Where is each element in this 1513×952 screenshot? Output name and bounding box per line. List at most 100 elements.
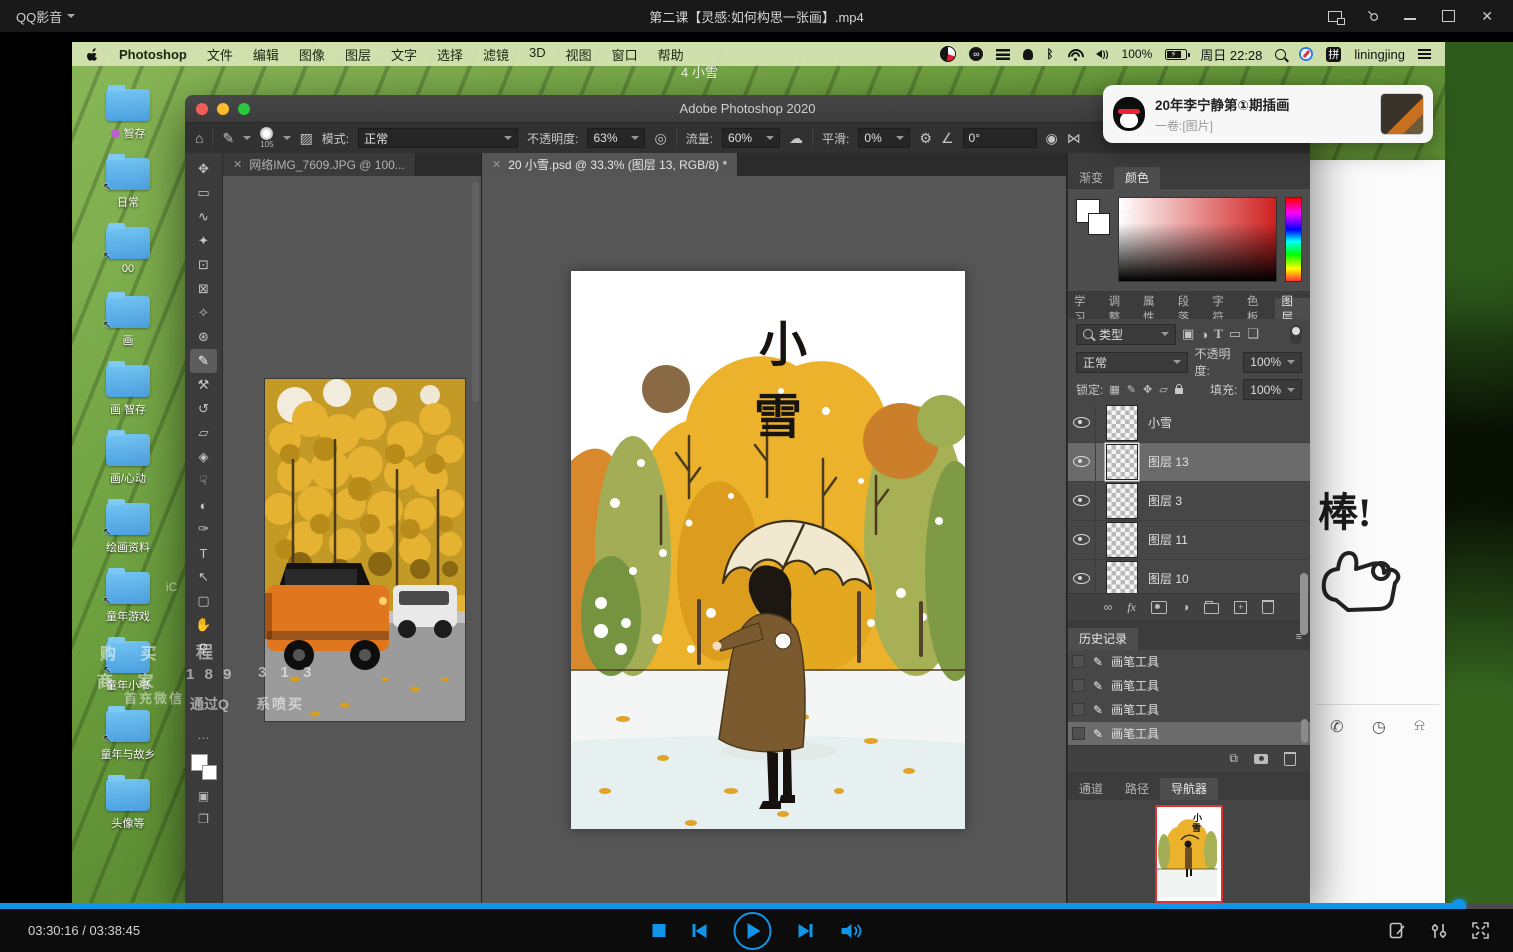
toolbar-more-icon[interactable]: ⋯: [198, 731, 210, 745]
panel-menu-icon[interactable]: ≡: [1296, 636, 1302, 640]
volume-button[interactable]: [839, 923, 861, 939]
lock-position-icon[interactable]: ✥: [1143, 383, 1152, 396]
smooth-select[interactable]: 0%: [858, 128, 910, 148]
safari-icon[interactable]: [1299, 47, 1313, 61]
shape-tool[interactable]: ▢: [190, 589, 217, 613]
dock-scrollbar[interactable]: [1300, 573, 1308, 635]
lock-pixels-icon[interactable]: ✎: [1127, 383, 1136, 396]
lock-transparent-icon[interactable]: ▦: [1109, 383, 1119, 396]
play-button[interactable]: [733, 912, 771, 950]
menubar-menu-item[interactable]: 帮助: [658, 45, 684, 64]
filter-shape-layers-icon[interactable]: ▭: [1229, 326, 1241, 342]
blend-mode-select[interactable]: 正常: [358, 128, 518, 148]
close-tab-icon[interactable]: ✕: [492, 158, 501, 171]
qq-notification[interactable]: 20年李宁静第①期插画 一卷:[图片]: [1103, 85, 1433, 143]
pen-tool[interactable]: ✑: [190, 517, 217, 541]
clock-icon[interactable]: ◷: [1372, 717, 1386, 737]
layer-thumbnail[interactable]: [1106, 444, 1138, 480]
history-step[interactable]: ✎ 画笔工具: [1068, 674, 1310, 698]
layer-row[interactable]: T 图层 13: [1068, 443, 1310, 482]
layer-row[interactable]: T 图层 11: [1068, 521, 1310, 560]
obs-icon[interactable]: [940, 46, 956, 62]
menubar-app-name[interactable]: Photoshop: [119, 47, 187, 62]
smudge-tool[interactable]: ☟: [190, 469, 217, 493]
menubar-menu-item[interactable]: 图像: [299, 45, 325, 64]
history-step[interactable]: ✎ 画笔工具: [1068, 698, 1310, 722]
eraser-tool[interactable]: ▱: [190, 421, 217, 445]
dodge-tool[interactable]: ◐: [190, 493, 217, 517]
quick-mask-icon[interactable]: ▣: [198, 789, 209, 803]
lock-artboard-icon[interactable]: ▱: [1159, 383, 1167, 396]
color-swatches[interactable]: [191, 754, 217, 780]
crop-tool[interactable]: ⊡: [190, 253, 217, 277]
history-source-checkbox[interactable]: [1072, 679, 1085, 692]
new-doc-from-state-icon[interactable]: ⧉: [1229, 751, 1238, 766]
input-method-icon[interactable]: 拼: [1326, 47, 1341, 62]
pane-scrollbar[interactable]: [472, 182, 479, 402]
menubar-clock[interactable]: 周日 22:28: [1200, 45, 1262, 64]
home-icon[interactable]: ⌂: [195, 130, 203, 146]
desktop-folder[interactable]: ↖ 日常: [78, 155, 178, 224]
filter-toggle[interactable]: [1290, 325, 1302, 344]
pin-icon[interactable]: ⚲: [1365, 7, 1382, 24]
doodle-window[interactable]: 棒! ✆ ◷ ⍾: [1310, 160, 1445, 908]
desktop-folder[interactable]: ↖ 智存: [78, 86, 178, 155]
saturation-brightness-field[interactable]: [1118, 197, 1277, 282]
healing-brush-tool[interactable]: ⊛: [190, 325, 217, 349]
bluetooth-icon[interactable]: ᛒ: [1046, 47, 1053, 61]
layer-filter-select[interactable]: 类型: [1076, 324, 1176, 345]
layer-row[interactable]: T 图层 3: [1068, 482, 1310, 521]
symmetry-icon[interactable]: ⋈: [1067, 130, 1081, 147]
layer-style-fx-icon[interactable]: fx: [1127, 600, 1136, 615]
delete-layer-icon[interactable]: [1262, 600, 1274, 614]
panel-tab[interactable]: 通道: [1068, 778, 1114, 800]
wifi-icon[interactable]: [1067, 49, 1083, 60]
doc-tab-jpg[interactable]: ✕ 网络IMG_7609.JPG @ 100...: [223, 153, 416, 176]
frame-tool[interactable]: ⊠: [190, 277, 217, 301]
pane-body-right[interactable]: 小 雪: [482, 176, 1066, 903]
panel-tab[interactable]: 调整: [1103, 298, 1138, 319]
color-swatch-pair[interactable]: [1076, 197, 1110, 283]
desktop-folder[interactable]: ↖ 头像等: [78, 776, 178, 845]
path-selection-tool[interactable]: ↖: [190, 565, 217, 589]
pressure-opacity-icon[interactable]: ◎: [654, 130, 666, 147]
panel-tab[interactable]: 图层: [1275, 298, 1310, 319]
layer-row[interactable]: T 小雪: [1068, 404, 1310, 443]
clone-stamp-tool[interactable]: ⚒: [190, 373, 217, 397]
desktop-folder[interactable]: ↖ 童年与故乡: [78, 707, 178, 776]
layer-fill-select[interactable]: 100%: [1243, 379, 1302, 400]
background-color-swatch[interactable]: [202, 765, 217, 780]
artwork-canvas[interactable]: 小 雪: [571, 271, 965, 829]
gradient-tool[interactable]: ◈: [190, 445, 217, 469]
panel-tab[interactable]: 渐变: [1068, 167, 1114, 189]
close-button[interactable]: ✕: [1481, 9, 1493, 23]
minimize-button[interactable]: [1404, 18, 1416, 20]
desktop-folder[interactable]: ↖ 00: [78, 224, 178, 293]
delete-state-icon[interactable]: [1284, 752, 1296, 766]
angle-field[interactable]: 0°: [963, 128, 1037, 148]
fullscreen-button[interactable]: [1472, 922, 1489, 939]
airbrush-icon[interactable]: ☁: [789, 130, 803, 147]
menubar-menu-item[interactable]: 选择: [437, 45, 463, 64]
quick-selection-tool[interactable]: ✦: [190, 229, 217, 253]
layer-blend-mode-select[interactable]: 正常: [1076, 352, 1188, 373]
bell-icon[interactable]: ⍾: [1414, 717, 1425, 737]
layer-thumbnail[interactable]: [1106, 522, 1138, 558]
desktop-folder[interactable]: ↖ 画/心动: [78, 431, 178, 500]
history-source-checkbox[interactable]: [1072, 655, 1085, 668]
layer-row[interactable]: T 图层 10: [1068, 560, 1310, 594]
pressure-size-icon[interactable]: ◉: [1046, 130, 1058, 147]
history-brush-tool[interactable]: ↺: [190, 397, 217, 421]
screen-mode-icon[interactable]: ❐: [198, 812, 209, 826]
navigator-thumbnail[interactable]: 小 雪: [1155, 805, 1223, 903]
next-button[interactable]: [798, 924, 812, 938]
menubar-menu-item[interactable]: 文字: [391, 45, 417, 64]
apple-logo-icon[interactable]: [86, 47, 99, 62]
menubar-menu-item[interactable]: 视图: [566, 45, 592, 64]
previous-button[interactable]: [692, 924, 706, 938]
desktop-folder[interactable]: ↖ 绘画资料: [78, 500, 178, 569]
eyedropper-tool[interactable]: ✧: [190, 301, 217, 325]
adjustment-layer-icon[interactable]: ◑: [1182, 600, 1189, 614]
panel-tab[interactable]: 学习: [1068, 298, 1103, 319]
new-layer-icon[interactable]: +: [1234, 601, 1247, 614]
